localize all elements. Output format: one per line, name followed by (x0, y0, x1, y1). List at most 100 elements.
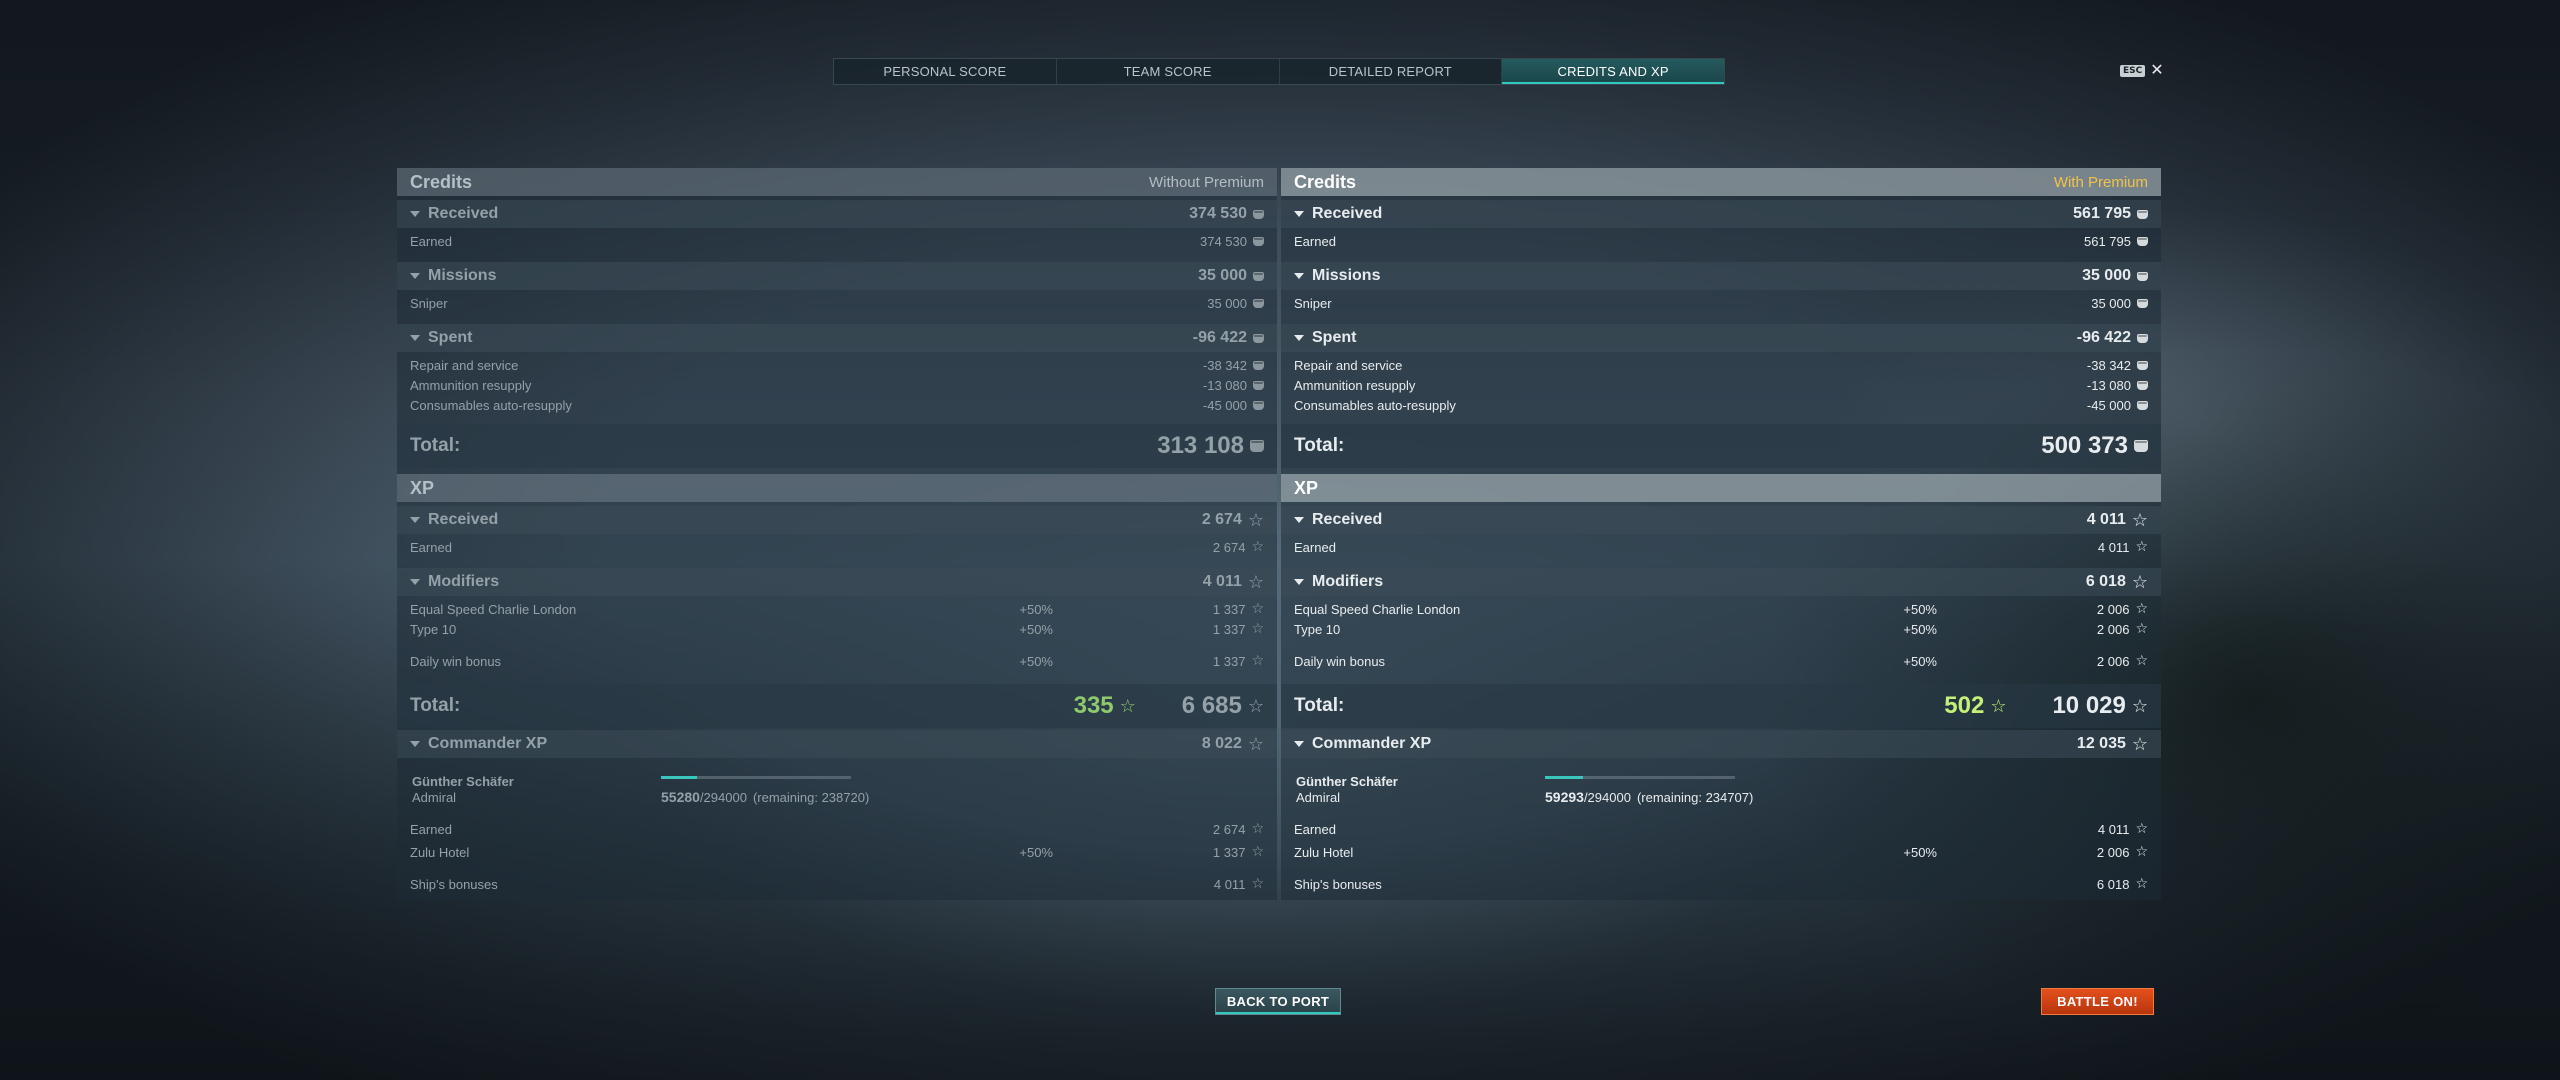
missions-section[interactable]: Missions 35 000 (397, 262, 1277, 290)
credit-coin-icon (2137, 271, 2148, 281)
triangle-down-icon (410, 335, 420, 341)
section-label: Spent (1312, 329, 1357, 346)
star-icon: ☆ (1251, 539, 1264, 555)
tab-credits-and-xp[interactable]: CREDITS AND XP (1502, 59, 1724, 84)
section-value: 35 000 (1198, 267, 1247, 284)
row-value: -45 000 (2086, 397, 2131, 413)
xp-received-section[interactable]: Received 4 011 ☆ (1281, 506, 2161, 534)
section-label: Received (428, 205, 499, 222)
commander-earned-row: Earned 4 011 ☆ (1281, 820, 2161, 838)
received-section[interactable]: Received 374 530 (397, 200, 1277, 228)
spent-section[interactable]: Spent -96 422 (397, 324, 1277, 352)
tab-detailed-report[interactable]: DETAILED REPORT (1280, 59, 1503, 84)
commander-xp-readout: 59293/294000 (remaining: 234707) (1545, 789, 1753, 805)
section-value: -96 422 (1192, 329, 1247, 346)
credits-title: Credits (1294, 171, 1357, 192)
total-value: 500 373 (2041, 432, 2128, 459)
modifier-row: Type 10 +50% 2 006 ☆ (1281, 620, 2161, 638)
tab-bar: PERSONAL SCORE TEAM SCORE DETAILED REPOR… (833, 58, 1725, 85)
row-label: Ship's bonuses (410, 876, 498, 892)
credit-coin-icon (2137, 400, 2148, 410)
row-value: 1 337 (1212, 621, 1246, 637)
xp-earned-row: Earned 2 674 ☆ (397, 538, 1277, 556)
credits-total-row: Total: 313 108 (397, 424, 1277, 468)
ammo-row: Ammunition resupply -13 080 (1281, 376, 2161, 394)
total-label: Total: (410, 435, 461, 456)
section-label: Spent (428, 329, 473, 346)
modifier-percent: +50% (1903, 844, 1937, 860)
ammo-row: Ammunition resupply -13 080 (397, 376, 1277, 394)
star-icon: ☆ (2135, 601, 2148, 617)
row-label: Type 10 (1294, 621, 1341, 637)
total-value: 313 108 (1157, 432, 1244, 459)
credit-coin-icon (2137, 298, 2148, 308)
modifier-row: Daily win bonus +50% 1 337 ☆ (397, 652, 1277, 670)
total-value: 10 029 (2052, 692, 2126, 719)
row-value: 2 674 (1212, 539, 1246, 555)
star-icon: ☆ (2135, 821, 2148, 837)
section-value: 35 000 (2082, 267, 2131, 284)
star-icon: ☆ (1247, 695, 1264, 717)
modifier-percent: +50% (1019, 844, 1053, 860)
row-label: Sniper (410, 295, 448, 311)
commander-rank: Admiral (1296, 790, 1341, 805)
earned-row: Earned 374 530 (397, 232, 1277, 250)
tab-team-score[interactable]: TEAM SCORE (1057, 59, 1280, 84)
spent-section[interactable]: Spent -96 422 (1281, 324, 2161, 352)
progress-fill (661, 776, 697, 779)
modifiers-section[interactable]: Modifiers 4 011 ☆ (397, 568, 1277, 596)
commander-xp-remaining: (remaining: 238720) (752, 790, 870, 805)
row-value: 1 337 (1212, 844, 1246, 860)
back-to-port-button[interactable]: BACK TO PORT (1215, 988, 1341, 1015)
star-icon: ☆ (1251, 601, 1264, 617)
section-value: 374 530 (1189, 205, 1247, 222)
section-label: Missions (1312, 267, 1381, 284)
commander-xp-section[interactable]: Commander XP 12 035 ☆ (1281, 730, 2161, 758)
row-label: Ammunition resupply (1294, 377, 1416, 393)
row-label: Earned (410, 821, 452, 837)
modifier-row: Type 10 +50% 1 337 ☆ (397, 620, 1277, 638)
row-value: 4 011 (2097, 539, 2130, 555)
missions-section[interactable]: Missions 35 000 (1281, 262, 2161, 290)
star-icon: ☆ (1247, 733, 1264, 755)
modifiers-section[interactable]: Modifiers 6 018 ☆ (1281, 568, 2161, 596)
star-icon: ☆ (2131, 571, 2148, 593)
esc-key-label: ESC (2120, 65, 2146, 77)
commander-earned-row: Earned 2 674 ☆ (397, 820, 1277, 838)
row-label: Zulu Hotel (410, 844, 470, 860)
battle-on-button[interactable]: BATTLE ON! (2041, 988, 2154, 1015)
commander-name: Günther Schäfer (1296, 774, 1398, 789)
modifier-percent: +50% (1019, 653, 1053, 669)
premium-mode-label: With Premium (2053, 173, 2148, 191)
section-label: Modifiers (428, 573, 500, 590)
modifier-row: Daily win bonus +50% 2 006 ☆ (1281, 652, 2161, 670)
modifier-percent: +50% (1903, 653, 1937, 669)
row-label: Earned (1294, 821, 1336, 837)
commander-xp-current: 55280 (661, 789, 700, 805)
row-value: -13 080 (2086, 377, 2131, 393)
received-section[interactable]: Received 561 795 (1281, 200, 2161, 228)
xp-received-section[interactable]: Received 2 674 ☆ (397, 506, 1277, 534)
tab-personal-score[interactable]: PERSONAL SCORE (834, 59, 1057, 84)
row-value: -45 000 (1202, 397, 1247, 413)
commander-xp-max: /294000 (699, 790, 747, 805)
credit-coin-icon (1253, 333, 1264, 343)
commander-xp-section[interactable]: Commander XP 8 022 ☆ (397, 730, 1277, 758)
row-value: 2 006 (2096, 653, 2130, 669)
sniper-row: Sniper 35 000 (1281, 294, 2161, 312)
row-label: Zulu Hotel (1294, 844, 1354, 860)
credits-total-row: Total: 500 373 (1281, 424, 2161, 468)
row-value: 35 000 (1207, 295, 1247, 311)
modifier-percent: +50% (1903, 621, 1937, 637)
commander-modifier-row: Zulu Hotel +50% 1 337 ☆ (397, 843, 1277, 861)
panel-without-premium: Credits Without Premium Received 374 530… (397, 168, 1277, 900)
commander-xp-current: 59293 (1545, 789, 1584, 805)
commander-xp-remaining: (remaining: 234707) (1636, 790, 1754, 805)
close-button[interactable]: ESC ✕ (2120, 63, 2164, 79)
star-icon: ☆ (2131, 695, 2148, 717)
consumables-row: Consumables auto-resupply -45 000 (1281, 396, 2161, 414)
xp-earned-row: Earned 4 011 ☆ (1281, 538, 2161, 556)
row-value: 2 674 (1212, 821, 1246, 837)
modifier-row: Equal Speed Charlie London +50% 1 337 ☆ (397, 600, 1277, 618)
sniper-row: Sniper 35 000 (397, 294, 1277, 312)
